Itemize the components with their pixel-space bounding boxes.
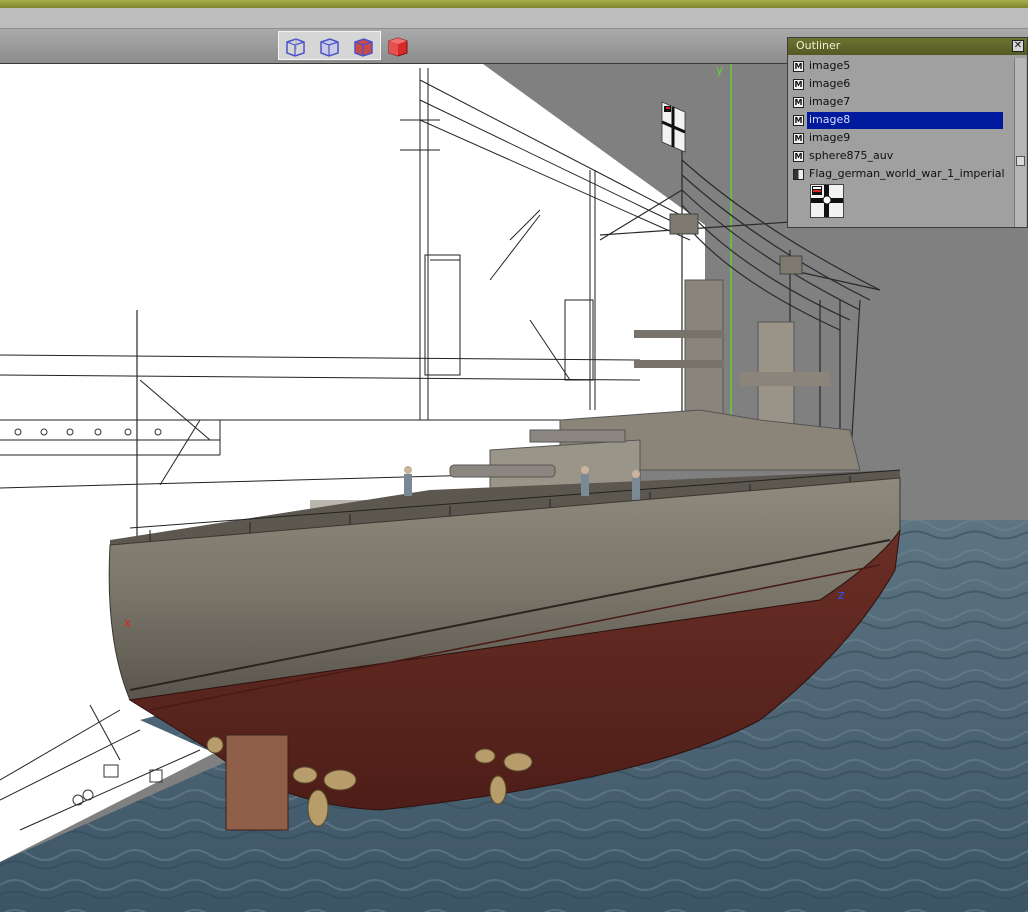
wireframe-cube-icon (320, 38, 339, 57)
outliner-item-image8[interactable]: M image8 (791, 112, 1013, 129)
mesh-icon: M (793, 61, 804, 72)
outliner-item-image5[interactable]: M image5 (791, 58, 1013, 75)
shaded-wire-view-button[interactable] (351, 36, 375, 58)
view-mode-group (278, 31, 381, 60)
title-bar (0, 0, 1028, 8)
outliner-item-label: image7 (809, 95, 851, 108)
outliner-item-label: image8 (809, 113, 851, 126)
texture-icon (793, 169, 804, 180)
mesh-icon: M (793, 97, 804, 108)
outliner-item-flag-texture[interactable]: Flag_german_world_war_1_imperial (791, 166, 1015, 183)
outliner-item-label: image5 (809, 59, 851, 72)
y-axis-label: y (716, 64, 723, 77)
flag-texture-thumbnail[interactable] (810, 184, 844, 218)
outliner-item-image7[interactable]: M image7 (791, 94, 1013, 111)
outliner-scrollbar[interactable] (1014, 58, 1026, 227)
wireframe-cube-icon (286, 38, 305, 57)
outliner-item-label: Flag_german_world_war_1_imperial (809, 167, 1005, 180)
mesh-icon: M (793, 151, 804, 162)
mesh-icon: M (793, 79, 804, 90)
outliner-item-label: image9 (809, 131, 851, 144)
outliner-item-label: image6 (809, 77, 851, 90)
hidden-line-view-button[interactable] (317, 36, 341, 58)
close-icon[interactable]: ✕ (1012, 40, 1024, 52)
mesh-icon: M (793, 115, 804, 126)
outliner-title-bar[interactable]: Outliner ✕ (788, 38, 1027, 55)
outliner-item-image6[interactable]: M image6 (791, 76, 1013, 93)
shaded-wire-cube-icon (354, 38, 373, 57)
solid-view-button[interactable] (386, 35, 410, 57)
outliner-title: Outliner (796, 39, 841, 52)
z-axis-label: z (838, 588, 844, 602)
outliner-item-image9[interactable]: M image9 (791, 130, 1013, 147)
wireframe-view-button[interactable] (283, 36, 307, 58)
outliner-item-sphere875[interactable]: M sphere875_auv (791, 148, 1013, 165)
flag-thumbnail-image (811, 185, 843, 217)
menu-bar (0, 8, 1028, 29)
scrollbar-thumb[interactable] (1016, 156, 1025, 166)
mesh-icon: M (793, 133, 804, 144)
x-axis-label: x (124, 616, 131, 630)
outliner-item-label: sphere875_auv (809, 149, 894, 162)
solid-cube-icon (388, 37, 408, 57)
outliner-panel: Outliner ✕ M image5 M image6 M image7 M … (787, 37, 1028, 228)
